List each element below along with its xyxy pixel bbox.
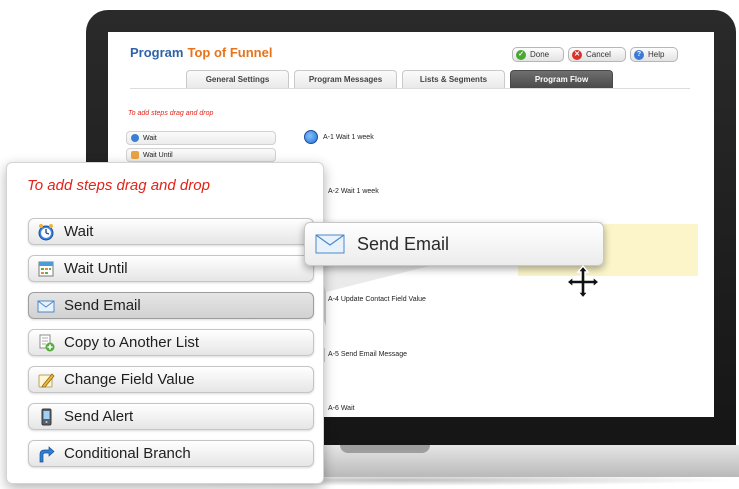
palette-item-label: Send Email xyxy=(64,297,141,314)
palette-item-change-field-value[interactable]: Change Field Value xyxy=(28,366,314,393)
palette-item-wait-until[interactable]: Wait Until xyxy=(28,255,314,282)
move-cursor-icon xyxy=(566,265,600,299)
program-label: Program xyxy=(130,45,184,60)
tab-general-settings[interactable]: General Settings xyxy=(186,70,289,88)
palette-item-label: Wait xyxy=(64,223,94,240)
drag-ghost-label: Send Email xyxy=(357,233,450,254)
palette-item-wait[interactable]: Wait xyxy=(28,218,314,245)
calendar-icon xyxy=(37,260,55,278)
flow-step-label: A-4 Update Contact Field Value xyxy=(328,296,426,303)
palette-item-send-alert[interactable]: Send Alert xyxy=(28,403,314,430)
flow-step[interactable]: A-2 Wait 1 week xyxy=(328,188,379,195)
palette-item-send-email[interactable]: Send Email xyxy=(28,292,314,319)
screen-palette-item-wait-until[interactable]: Wait Until xyxy=(126,148,276,162)
palette-item-conditional-branch[interactable]: Conditional Branch xyxy=(28,440,314,467)
flow-step-label: A-5 Send Email Message xyxy=(328,351,407,358)
clock-icon xyxy=(37,223,55,241)
screen-drag-hint: To add steps drag and drop xyxy=(128,110,214,117)
program-name: Top of Funnel xyxy=(187,45,273,60)
flow-step[interactable]: A-6 Wait xyxy=(328,405,355,412)
flow-step[interactable]: A-1 Wait 1 week xyxy=(304,130,374,144)
palette-item-label: Wait Until xyxy=(64,260,128,277)
palette-item-copy-to-another-list[interactable]: Copy to Another List xyxy=(28,329,314,356)
drag-ghost-send-email[interactable]: Send Email xyxy=(304,222,604,266)
flow-step-label: A-6 Wait xyxy=(328,405,355,412)
page-title: Program Top of Funnel xyxy=(130,45,272,60)
palette-drag-hint: To add steps drag and drop xyxy=(27,177,210,194)
clock-icon xyxy=(131,134,139,142)
cancel-button[interactable]: ✕ Cancel xyxy=(568,47,626,62)
envelope-icon xyxy=(315,233,345,255)
screen-palette-item-wait[interactable]: Wait xyxy=(126,131,276,145)
copy-list-icon xyxy=(37,334,55,352)
tab-program-flow[interactable]: Program Flow xyxy=(510,70,613,88)
tab-program-messages[interactable]: Program Messages xyxy=(294,70,397,88)
palette-item-label: Copy to Another List xyxy=(64,334,200,351)
calendar-icon xyxy=(131,151,139,159)
palette-item-label: Conditional Branch xyxy=(64,445,191,462)
flow-step-label: A-1 Wait 1 week xyxy=(323,133,374,141)
phone-alert-icon xyxy=(37,408,55,426)
flow-step-label: A-2 Wait 1 week xyxy=(328,188,379,195)
flow-step[interactable]: A-5 Send Email Message xyxy=(328,351,407,358)
cancel-label: Cancel xyxy=(586,50,611,59)
screen-palette-item-label: Wait Until xyxy=(143,151,173,159)
laptop-base-notch xyxy=(340,445,430,453)
branch-arrow-icon xyxy=(37,445,55,463)
question-icon: ? xyxy=(634,49,644,60)
x-icon: ✕ xyxy=(572,49,582,60)
pencil-icon xyxy=(37,371,55,389)
screen-palette-item-label: Wait xyxy=(143,134,157,142)
step-palette: To add steps drag and drop Wait Wait Unt… xyxy=(6,162,324,484)
palette-item-label: Send Alert xyxy=(64,408,134,425)
clock-icon xyxy=(304,130,318,144)
flow-step[interactable]: A-4 Update Contact Field Value xyxy=(328,296,426,303)
done-button[interactable]: ✓ Done xyxy=(512,47,564,62)
check-icon: ✓ xyxy=(516,49,526,60)
help-label: Help xyxy=(648,50,665,59)
help-button[interactable]: ? Help xyxy=(630,47,678,62)
envelope-icon xyxy=(37,297,55,315)
tab-lists-segments[interactable]: Lists & Segments xyxy=(402,70,505,88)
palette-item-label: Change Field Value xyxy=(64,371,195,388)
done-label: Done xyxy=(530,50,550,59)
